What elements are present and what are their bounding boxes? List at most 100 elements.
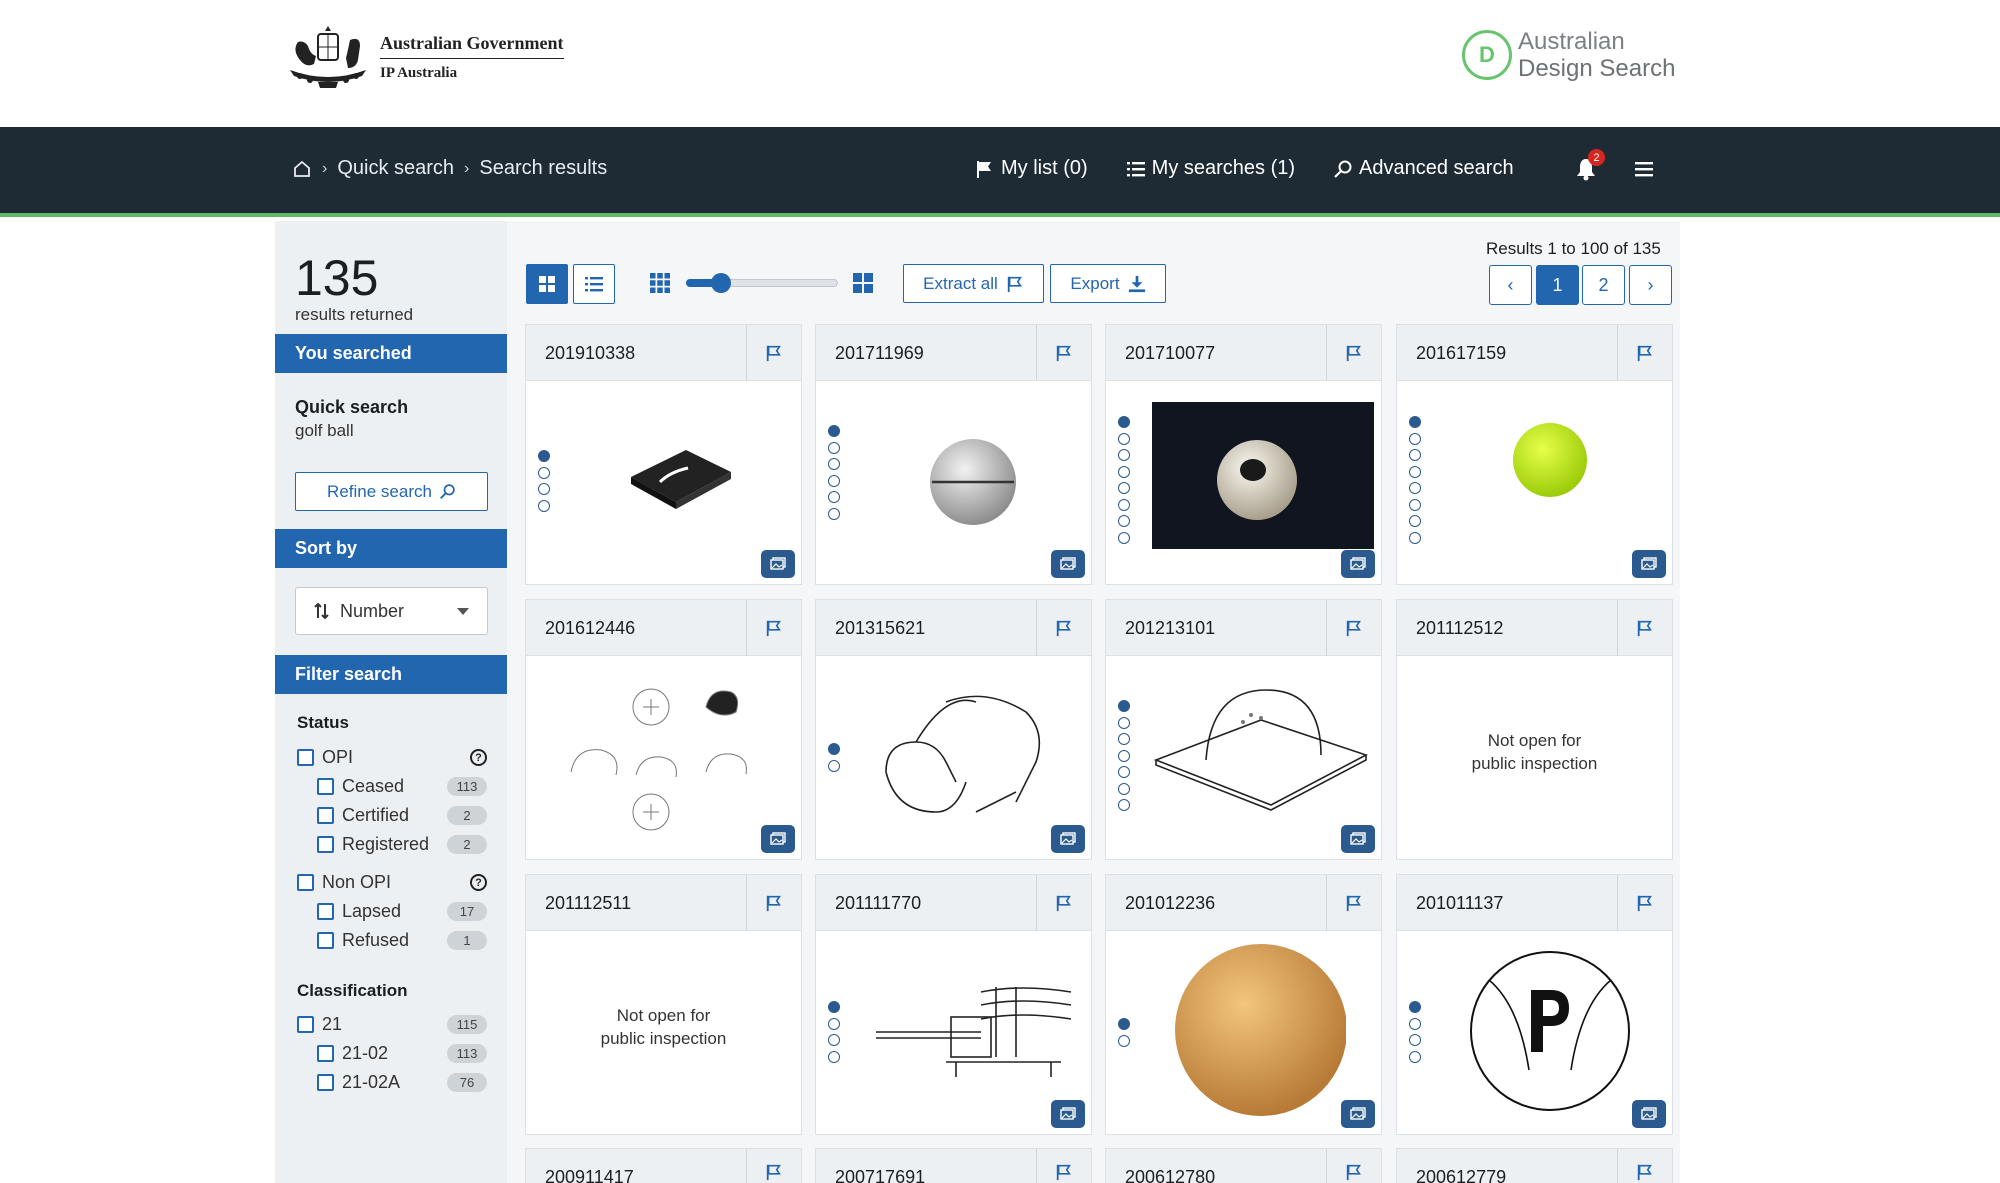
non-opi-checkbox[interactable] xyxy=(297,874,314,891)
design-card[interactable]: 201111770 xyxy=(815,874,1092,1135)
gallery-button[interactable] xyxy=(1341,825,1375,853)
design-number[interactable]: 201910338 xyxy=(545,343,635,364)
gallery-button[interactable] xyxy=(1632,550,1666,578)
help-icon[interactable]: ? xyxy=(470,749,487,766)
design-number[interactable]: 201012236 xyxy=(1125,893,1215,914)
flag-button[interactable] xyxy=(746,325,801,381)
design-card[interactable]: 201617159 xyxy=(1396,324,1673,585)
next-page-button[interactable]: › xyxy=(1629,265,1672,305)
design-number[interactable]: 201112512 xyxy=(1416,618,1503,639)
design-number[interactable]: 201112511 xyxy=(545,893,631,914)
design-number[interactable]: 201213101 xyxy=(1125,618,1215,639)
design-number[interactable]: 201710077 xyxy=(1125,343,1215,364)
filter-ceased[interactable]: Ceased 113 xyxy=(317,776,487,797)
filter-opi[interactable]: OPI ? xyxy=(297,747,487,768)
gallery-button[interactable] xyxy=(1051,550,1085,578)
design-number[interactable]: 201315621 xyxy=(835,618,925,639)
design-number[interactable]: 201711969 xyxy=(835,343,924,364)
filter-lapsed[interactable]: Lapsed 17 xyxy=(317,901,487,922)
design-card[interactable]: 201112511 Not open for public inspection xyxy=(525,874,802,1135)
menu-button[interactable] xyxy=(1634,159,1654,184)
grid-view-button[interactable] xyxy=(526,264,568,304)
large-thumbnails-icon[interactable] xyxy=(852,272,874,294)
image-pager-dots[interactable] xyxy=(1409,416,1421,548)
design-number[interactable]: 201111770 xyxy=(835,893,921,914)
design-number[interactable]: 200612779 xyxy=(1416,1167,1506,1183)
image-pager-dots[interactable] xyxy=(1118,1018,1130,1051)
opi-checkbox[interactable] xyxy=(297,749,314,766)
design-card[interactable]: 200911417 xyxy=(525,1148,802,1183)
breadcrumb-quick-search[interactable]: Quick search xyxy=(337,157,454,180)
refine-search-button[interactable]: Refine search xyxy=(295,472,488,511)
page-2-button[interactable]: 2 xyxy=(1582,265,1625,305)
class-21-02-checkbox[interactable] xyxy=(317,1045,334,1062)
gallery-button[interactable] xyxy=(761,825,795,853)
design-card[interactable]: 200612779 xyxy=(1396,1148,1673,1183)
image-pager-dots[interactable] xyxy=(1118,700,1130,816)
flag-button[interactable] xyxy=(746,600,801,656)
thumbnail-size-slider-handle[interactable] xyxy=(711,273,731,293)
australian-government-logo[interactable]: Australian Government IP Australia xyxy=(280,22,564,92)
filter-certified[interactable]: Certified 2 xyxy=(317,805,487,826)
design-card[interactable]: 201011137 xyxy=(1396,874,1673,1135)
image-pager-dots[interactable] xyxy=(538,450,550,516)
filter-class-21-02[interactable]: 21-02 113 xyxy=(317,1043,487,1064)
home-icon[interactable] xyxy=(292,159,312,179)
design-number[interactable]: 200911417 xyxy=(545,1167,634,1183)
previous-page-button[interactable]: ‹ xyxy=(1489,265,1532,305)
filter-refused[interactable]: Refused 1 xyxy=(317,930,487,951)
design-card[interactable]: 201910338 xyxy=(525,324,802,585)
flag-button[interactable] xyxy=(1036,325,1091,381)
design-card[interactable]: 201710077 xyxy=(1105,324,1382,585)
help-icon[interactable]: ? xyxy=(470,874,487,891)
gallery-button[interactable] xyxy=(1341,1100,1375,1128)
design-card[interactable]: 201112512 Not open for public inspection xyxy=(1396,599,1673,860)
refused-checkbox[interactable] xyxy=(317,932,334,949)
extract-all-button[interactable]: Extract all xyxy=(903,264,1044,303)
gallery-button[interactable] xyxy=(761,550,795,578)
filter-registered[interactable]: Registered 2 xyxy=(317,834,487,855)
design-card[interactable]: 201612446 xyxy=(525,599,802,860)
design-card[interactable]: 201711969 xyxy=(815,324,1092,585)
flag-button[interactable] xyxy=(1326,325,1381,381)
gallery-button[interactable] xyxy=(1051,825,1085,853)
advanced-search-link[interactable]: Advanced search xyxy=(1333,157,1514,180)
flag-button[interactable] xyxy=(1326,875,1381,931)
my-list-link[interactable]: My list (0) xyxy=(975,157,1088,180)
filter-class-21[interactable]: 21 115 xyxy=(297,1014,487,1035)
gallery-button[interactable] xyxy=(1632,1100,1666,1128)
filter-non-opi[interactable]: Non OPI ? xyxy=(297,872,487,893)
class-21-02a-checkbox[interactable] xyxy=(317,1074,334,1091)
image-pager-dots[interactable] xyxy=(828,743,840,776)
flag-button[interactable] xyxy=(746,875,801,931)
flag-button[interactable] xyxy=(1326,1149,1381,1183)
design-number[interactable]: 200717691 xyxy=(835,1167,925,1183)
design-card[interactable]: 201012236 xyxy=(1105,874,1382,1135)
ceased-checkbox[interactable] xyxy=(317,778,334,795)
export-button[interactable]: Export xyxy=(1050,264,1166,303)
flag-button[interactable] xyxy=(1617,325,1672,381)
certified-checkbox[interactable] xyxy=(317,807,334,824)
design-number[interactable]: 200612780 xyxy=(1125,1167,1215,1183)
image-pager-dots[interactable] xyxy=(828,425,840,524)
design-number[interactable]: 201612446 xyxy=(545,618,635,639)
small-thumbnails-icon[interactable] xyxy=(649,272,671,294)
design-card[interactable]: 200717691 xyxy=(815,1148,1092,1183)
design-number[interactable]: 201617159 xyxy=(1416,343,1506,364)
design-card[interactable]: 201315621 xyxy=(815,599,1092,860)
flag-button[interactable] xyxy=(1036,600,1091,656)
gallery-button[interactable] xyxy=(1051,1100,1085,1128)
sort-select[interactable]: Number xyxy=(295,587,488,635)
my-searches-link[interactable]: My searches (1) xyxy=(1126,157,1295,180)
flag-button[interactable] xyxy=(1036,1149,1091,1183)
page-1-button[interactable]: 1 xyxy=(1536,265,1579,305)
gallery-button[interactable] xyxy=(1341,550,1375,578)
lapsed-checkbox[interactable] xyxy=(317,903,334,920)
registered-checkbox[interactable] xyxy=(317,836,334,853)
design-number[interactable]: 201011137 xyxy=(1416,893,1503,914)
filter-class-21-02a[interactable]: 21-02A 76 xyxy=(317,1072,487,1093)
list-view-button[interactable] xyxy=(573,264,615,304)
design-card[interactable]: 200612780 xyxy=(1105,1148,1382,1183)
flag-button[interactable] xyxy=(1617,875,1672,931)
design-search-logo[interactable]: D Australian Design Search xyxy=(1462,28,1675,82)
